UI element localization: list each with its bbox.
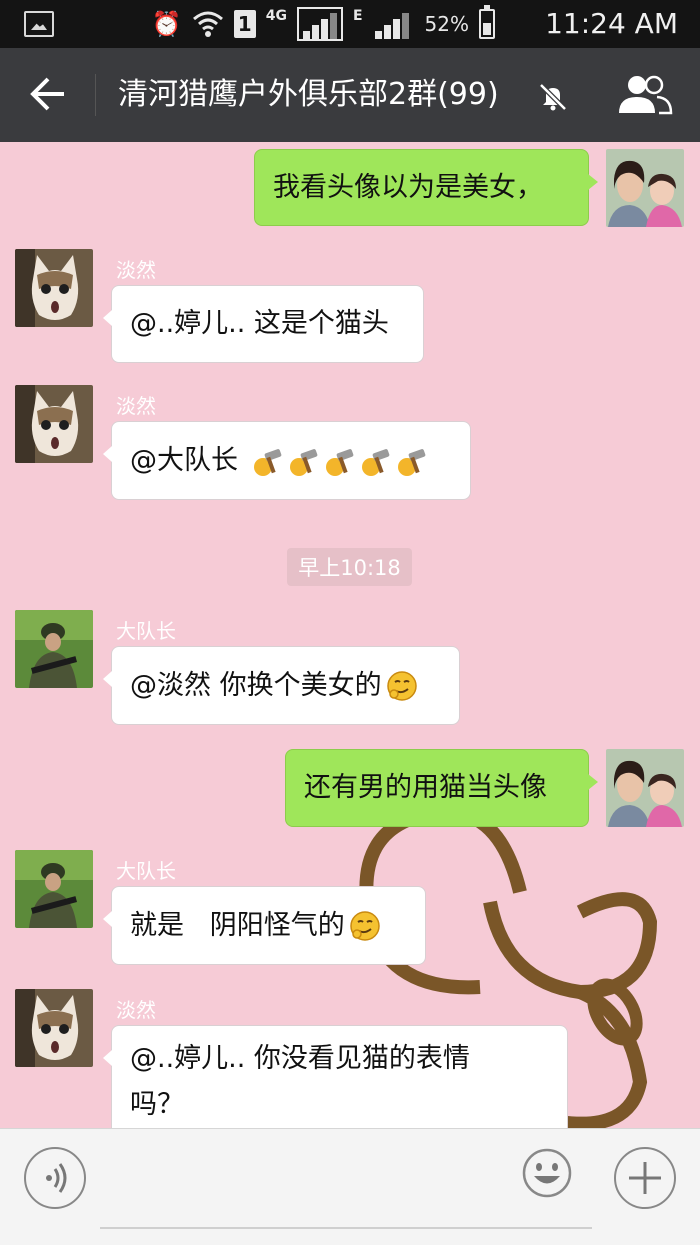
hammer-emoji [361,448,389,476]
sender-name: 大队长 [116,859,176,883]
hammer-emoji [397,448,425,476]
message-text: @淡然 你换个美女的 [130,669,382,701]
emoji-icon[interactable] [521,1147,573,1199]
message-text: 我看头像以为是美女， [273,171,543,203]
smirk-emoji [350,910,380,941]
network-type-label: 4G [265,8,287,24]
timestamp-divider: 早上10:18 [287,548,412,586]
plus-icon[interactable] [614,1147,676,1209]
hammer-emoji [289,448,317,476]
input-bar [0,1128,700,1245]
status-bar: ⏰ 1 4G E 52% 11:24 AM [0,0,700,48]
message-bubble-incoming[interactable]: @大队长 [103,421,471,500]
message-bubble-incoming[interactable]: @淡然 你换个美女的 [103,646,460,725]
header-divider [95,74,96,116]
gallery-notification-icon [24,11,54,37]
battery-percent: 52% [424,12,469,36]
soldier-avatar[interactable] [15,850,93,928]
hammer-emoji [253,448,281,476]
signal-strength-icon-2 [373,9,415,39]
hammer-emoji [325,448,353,476]
sender-name: 淡然 [116,998,156,1022]
soldier-avatar[interactable] [15,610,93,688]
status-icons: ⏰ 1 4G E 52% [151,5,495,42]
message-text: 还有男的用猫当头像 [304,772,547,803]
voice-icon[interactable] [24,1147,86,1209]
message-text: @大队长 [130,444,247,476]
group-members-icon[interactable] [615,73,675,117]
message-text: @..婷儿.. 你没看见猫的表情 吗？ [130,1043,470,1120]
sim-badge: 1 [233,10,256,38]
chat-title: 清河猎鹰户外俱乐部2群(99) [118,77,499,112]
message-input[interactable] [100,1155,592,1229]
arrow-left-icon[interactable] [28,73,70,115]
chat-area[interactable]: 我看头像以为是美女， 淡然 @..婷儿.. 这是个猫头 淡然 @大队长 早上10… [0,142,700,1128]
sender-name: 大队长 [116,619,176,643]
sender-name: 淡然 [116,258,156,282]
signal-strength-icon [296,7,343,41]
cat-avatar[interactable] [15,989,93,1067]
self-avatar[interactable] [606,149,684,227]
message-text: 就是 阴阳怪气的 [130,909,345,941]
data-type-label: E [352,8,363,24]
message-bubble-outgoing[interactable]: 还有男的用猫当头像 [285,749,598,827]
cat-avatar[interactable] [15,249,93,327]
clock: 11:24 AM [545,7,678,40]
alarm-icon: ⏰ [151,10,182,38]
sender-name: 淡然 [116,394,156,418]
message-bubble-incoming[interactable]: @..婷儿.. 你没看见猫的表情 吗？ [103,1025,568,1128]
battery-icon [479,5,495,39]
message-bubble-outgoing[interactable]: 我看头像以为是美女， [254,149,598,226]
message-text: @..婷儿.. 这是个猫头 [130,308,389,339]
message-bubble-incoming[interactable]: @..婷儿.. 这是个猫头 [103,285,424,363]
bell-off-icon [539,83,567,111]
smirk-emoji [386,670,417,701]
wifi-icon [192,11,223,37]
self-avatar[interactable] [606,749,684,827]
chat-header: 清河猎鹰户外俱乐部2群(99) [0,48,700,142]
message-bubble-incoming[interactable]: 就是 阴阳怪气的 [103,886,426,965]
cat-avatar[interactable] [15,385,93,463]
